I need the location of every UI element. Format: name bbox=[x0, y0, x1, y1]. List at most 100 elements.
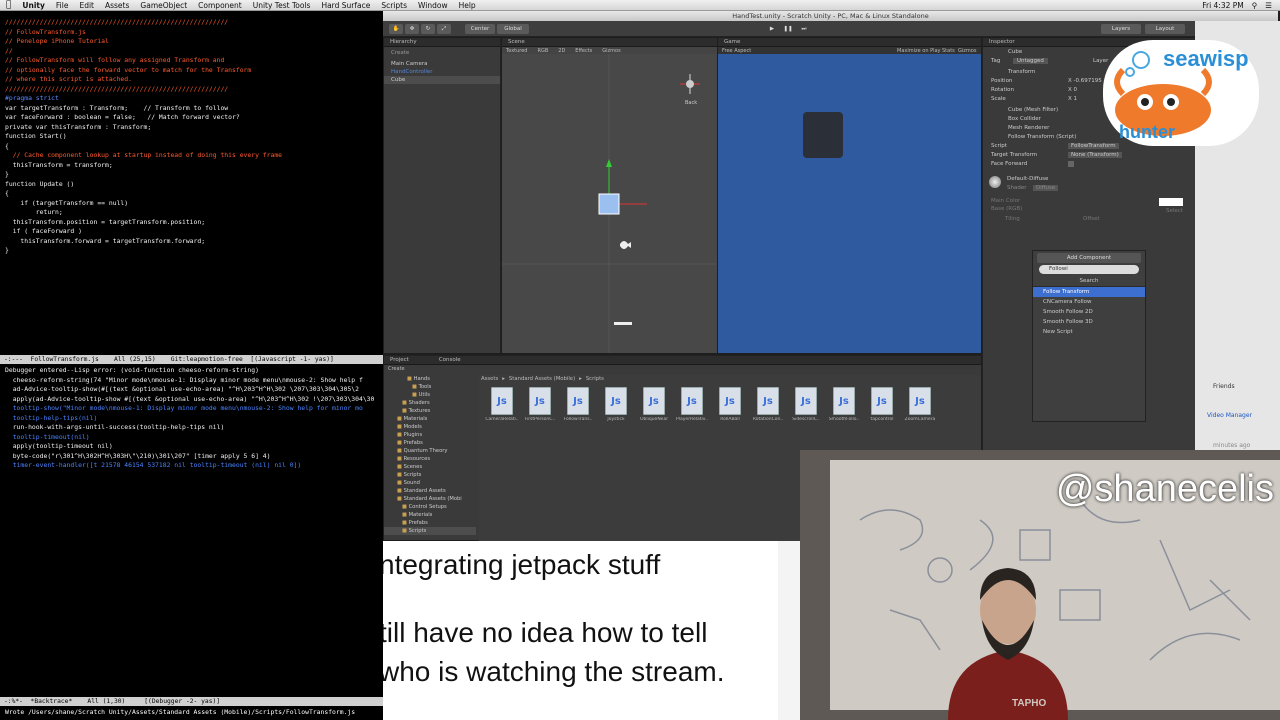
component-item-follow-transform[interactable]: Follow Transform bbox=[1033, 287, 1145, 297]
hand-tool-icon[interactable]: ✋ bbox=[389, 24, 403, 34]
scale-tool-icon[interactable]: ⤢ bbox=[437, 24, 451, 34]
folder-item[interactable]: ■ Scripts bbox=[384, 471, 476, 479]
clock[interactable]: Fri 4:32 PM bbox=[1202, 1, 1244, 10]
folder-item[interactable]: ■ Materials bbox=[384, 511, 476, 519]
menu-help[interactable]: Help bbox=[459, 1, 476, 10]
scene-view[interactable]: Back bbox=[502, 54, 717, 353]
script-file[interactable]: Js Joystick bbox=[599, 387, 633, 422]
folder-item[interactable]: ■ Scenes bbox=[384, 463, 476, 471]
add-component-button[interactable]: Add Component bbox=[1037, 253, 1141, 263]
script-file[interactable]: Js SmoothFollo.. bbox=[827, 387, 861, 422]
code-line[interactable]: ////////////////////////////////////////… bbox=[5, 18, 383, 28]
folder-item[interactable]: ■ Models bbox=[384, 423, 476, 431]
code-line[interactable]: // FollowTransform.js bbox=[5, 28, 383, 38]
menu-window[interactable]: Window bbox=[418, 1, 448, 10]
inspector-object-name[interactable]: Cube bbox=[1008, 49, 1022, 55]
hierarchy-item-cube[interactable]: Cube bbox=[384, 76, 500, 84]
backtrace-line[interactable]: tooltip-help-tips(nil) bbox=[5, 414, 383, 424]
transform-header[interactable]: Transform bbox=[1008, 69, 1035, 75]
code-line[interactable]: return; bbox=[5, 208, 383, 218]
folder-item[interactable]: ■ Prefabs bbox=[384, 519, 476, 527]
folder-item[interactable]: ■ Control Setups bbox=[384, 503, 476, 511]
layers-dropdown[interactable]: Layers bbox=[1101, 24, 1141, 34]
menu-assets[interactable]: Assets bbox=[105, 1, 129, 10]
list-icon[interactable]: ☰ bbox=[1265, 1, 1272, 10]
code-line[interactable]: { bbox=[5, 189, 383, 199]
breadcrumb-standard-assets[interactable]: Standard Assets (Mobile) bbox=[509, 376, 575, 382]
code-line[interactable]: thisTransform.position = targetTransform… bbox=[5, 218, 383, 228]
code-line[interactable]: private var thisTransform : Transform; bbox=[5, 123, 383, 133]
folder-item[interactable]: ■ Standard Assets (Mobi bbox=[384, 495, 476, 503]
menu-scripts[interactable]: Scripts bbox=[381, 1, 407, 10]
pivot-center-button[interactable]: Center bbox=[465, 24, 495, 34]
code-line[interactable]: // Cache component lookup at startup ins… bbox=[5, 151, 383, 161]
menu-unity-test-tools[interactable]: Unity Test Tools bbox=[253, 1, 311, 10]
texture-select-button[interactable]: Select bbox=[1166, 208, 1183, 214]
code-line[interactable]: // optionally face the forward vector to… bbox=[5, 66, 383, 76]
folder-item[interactable]: ■ Standard Assets bbox=[384, 487, 476, 495]
follow-transform-header[interactable]: Follow Transform (Script) bbox=[1008, 134, 1076, 140]
menu-edit[interactable]: Edit bbox=[79, 1, 94, 10]
code-line[interactable]: function Update () bbox=[5, 180, 383, 190]
apple-icon[interactable]:  bbox=[6, 0, 11, 10]
folder-item[interactable]: ■ Textures bbox=[384, 407, 476, 415]
folder-item[interactable]: ■ Plugins bbox=[384, 431, 476, 439]
breadcrumb-scripts[interactable]: Scripts bbox=[586, 376, 604, 382]
face-forward-checkbox[interactable] bbox=[1068, 161, 1074, 167]
minibuffer[interactable]: Wrote /Users/shane/Scratch Unity/Assets/… bbox=[5, 708, 355, 718]
component-item-smooth-follow-3d[interactable]: Smooth Follow 3D bbox=[1033, 317, 1145, 327]
folder-item[interactable]: ■ Materials bbox=[384, 415, 476, 423]
move-tool-icon[interactable]: ✥ bbox=[405, 24, 419, 34]
pivot-global-button[interactable]: Global bbox=[497, 24, 529, 34]
menu-gameobject[interactable]: GameObject bbox=[140, 1, 187, 10]
position-x-field[interactable]: X -0.697195 bbox=[1068, 78, 1102, 84]
folder-item[interactable]: ■ Resources bbox=[384, 455, 476, 463]
menu-app-name[interactable]: Unity bbox=[22, 1, 44, 10]
step-icon[interactable]: ⏭ bbox=[797, 24, 811, 34]
folder-item[interactable]: ■ Scripts bbox=[384, 527, 476, 535]
spotlight-icon[interactable]: ⚲ bbox=[1252, 1, 1258, 10]
tab-game[interactable]: Game bbox=[718, 38, 981, 47]
menu-file[interactable]: File bbox=[56, 1, 69, 10]
tab-scene[interactable]: Scene bbox=[502, 38, 717, 47]
folder-item[interactable]: ■ Shaders bbox=[384, 399, 476, 407]
code-line[interactable]: // where this script is attached. bbox=[5, 75, 383, 85]
rotate-tool-icon[interactable]: ↻ bbox=[421, 24, 435, 34]
code-line[interactable]: thisTransform.forward = targetTransform.… bbox=[5, 237, 383, 247]
code-line[interactable]: function Start() bbox=[5, 132, 383, 142]
folder-item[interactable]: ■ Hands bbox=[384, 375, 476, 383]
backtrace-line[interactable]: tooltip-show("Minor mode\nmouse-1: Displ… bbox=[5, 404, 383, 414]
tag-dropdown[interactable]: Untagged bbox=[1013, 58, 1048, 64]
component-item-smooth-follow-2d[interactable]: Smooth Follow 2D bbox=[1033, 307, 1145, 317]
scale-x-field[interactable]: X 1 bbox=[1068, 96, 1077, 102]
code-line[interactable]: #pragma strict bbox=[5, 94, 383, 104]
script-file[interactable]: Js FollowTrans.. bbox=[561, 387, 595, 422]
component-item-cncamera-follow[interactable]: CNCamera Follow bbox=[1033, 297, 1145, 307]
menu-component[interactable]: Component bbox=[198, 1, 242, 10]
shader-dropdown[interactable]: Diffuse bbox=[1033, 185, 1059, 191]
script-file[interactable]: Js CameraRelati.. bbox=[485, 387, 519, 422]
code-line[interactable]: // Penelope iPhone Tutorial bbox=[5, 37, 383, 47]
code-line[interactable]: var targetTransform : Transform; // Tran… bbox=[5, 104, 383, 114]
script-file[interactable]: Js RotationCon.. bbox=[751, 387, 785, 422]
script-file[interactable]: Js FirstPersonC.. bbox=[523, 387, 557, 422]
friends-label[interactable]: Friends bbox=[1213, 383, 1235, 390]
folder-item[interactable]: ■ Quantum Theory bbox=[384, 447, 476, 455]
script-file[interactable]: Js SidescrollC.. bbox=[789, 387, 823, 422]
mesh-renderer-header[interactable]: Mesh Renderer bbox=[1008, 125, 1049, 131]
backtrace-buffer[interactable]: Debugger entered--Lisp error: (void-func… bbox=[5, 366, 383, 471]
tab-project[interactable]: Project bbox=[390, 356, 409, 364]
hierarchy-create-button[interactable]: Create bbox=[384, 49, 500, 57]
main-color-swatch[interactable] bbox=[1159, 198, 1183, 206]
hierarchy-item-main-camera[interactable]: Main Camera bbox=[384, 60, 500, 68]
tab-console[interactable]: Console bbox=[439, 356, 461, 364]
backtrace-line[interactable]: timer-event-handler([t 21578 46154 53718… bbox=[5, 461, 383, 471]
code-editor[interactable]: ////////////////////////////////////////… bbox=[5, 18, 383, 256]
rotation-x-field[interactable]: X 0 bbox=[1068, 87, 1077, 93]
emacs-window[interactable]: ////////////////////////////////////////… bbox=[0, 11, 383, 720]
folder-item[interactable]: ■ Prefabs bbox=[384, 439, 476, 447]
code-line[interactable]: var faceForward : boolean = false; // Ma… bbox=[5, 113, 383, 123]
add-component-search[interactable]: Followi bbox=[1039, 265, 1139, 274]
code-line[interactable]: } bbox=[5, 170, 383, 180]
code-line[interactable]: // FollowTransform will follow any assig… bbox=[5, 56, 383, 66]
